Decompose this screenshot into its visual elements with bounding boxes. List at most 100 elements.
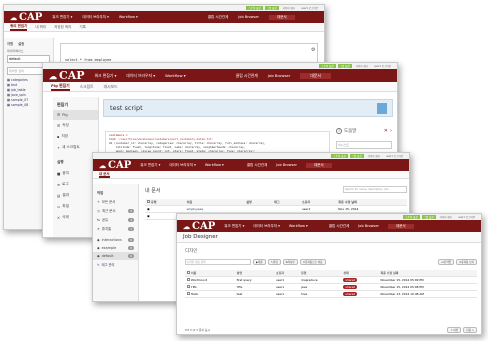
menu-workflow[interactable]: Workflow ▾ <box>165 73 186 78</box>
name-cell[interactable]: WordCount <box>185 276 235 284</box>
menu-data-browsers[interactable]: 데이터 브라우저 ▾ <box>82 15 109 20</box>
copy-button[interactable]: ⧉ 복사본 <box>282 259 298 265</box>
row-checkbox[interactable] <box>187 292 190 295</box>
assist-search-input[interactable]: 어시스트 <box>336 141 392 149</box>
menu-job-browser[interactable]: Job Browser <box>276 163 297 167</box>
doc-search-input[interactable]: Search for name, description, etc... <box>343 186 407 193</box>
sidebar-tag-default[interactable]: ◆ default 0 <box>93 252 138 260</box>
logo[interactable]: ☁ CAP <box>49 69 85 82</box>
sidebar-item-save[interactable]: ▪ 저장 <box>53 131 98 142</box>
submit-button[interactable]: ▶ 제출 <box>253 259 266 265</box>
table-footer: Tot 3 of 3 문서 표시 < 이전 다음 > <box>185 327 477 333</box>
menu-job-browser[interactable]: Job Browser <box>238 15 259 19</box>
menu-query-editors[interactable]: 워크 편집기 ▾ <box>95 73 117 79</box>
editor-tabs: 쿼리 편집기 내 쿼리 저장된 쿼리 기록 <box>4 23 324 32</box>
top-link[interactable]: 그룹 설정 <box>337 64 352 68</box>
logo[interactable]: ☁ CAP <box>183 221 215 232</box>
sidebar-tag-example[interactable]: ◆ example 0 <box>93 244 138 252</box>
menu-data-browsers[interactable]: 데이터 브라우저 ▾ <box>253 224 280 229</box>
sidebar-item-pig[interactable]: ☰ Pig <box>53 110 98 120</box>
tab-settings[interactable]: 설정 <box>18 41 24 46</box>
gear-icon[interactable]: ⚙ <box>311 47 315 53</box>
name-cell[interactable]: YPG <box>185 283 235 291</box>
sidebar-item-trash[interactable]: ✕ 휴지통 1 <box>93 224 138 233</box>
menu-workflow[interactable]: Workflow ▾ <box>119 15 138 19</box>
top-link[interactable]: 그룹 설정 <box>349 154 364 158</box>
menu-workflow[interactable]: Workflow ▾ <box>205 163 224 167</box>
prev-page-button[interactable]: < 이전 <box>447 327 462 333</box>
menu-docs[interactable]: 대문서 <box>387 223 414 229</box>
tab-my-documents[interactable]: 내 문서 <box>99 171 110 178</box>
table-row[interactable]: ▣ employees user1 Nov 15, 2014 <box>145 205 407 213</box>
select-all-checkbox[interactable] <box>187 271 190 274</box>
next-page-button[interactable]: 다음 > <box>463 327 477 333</box>
sidebar-item-label: 삭제 <box>62 215 69 219</box>
tab-assist[interactable]: 자원 <box>7 41 13 46</box>
tab-dashboard[interactable]: 대시보드 <box>104 84 118 90</box>
top-link[interactable]: 스토어 설정 <box>331 154 348 158</box>
top-link[interactable]: 사용자 정리 <box>366 154 382 158</box>
top-link[interactable]: 스토어 설정 <box>246 6 263 10</box>
select-all-checkbox[interactable] <box>147 200 150 203</box>
sidebar-item-all[interactable]: + 모든 문서 <box>93 197 138 206</box>
tab-history[interactable]: 기록 <box>79 25 85 30</box>
menu-data-browsers[interactable]: 데이터 브라우저 ▾ <box>169 163 196 168</box>
move-to-trash-button[interactable]: ✕ 휴지통으로 이동 <box>299 259 326 265</box>
tab-scripts[interactable]: 스크립트 <box>80 84 94 90</box>
menu-docs[interactable]: 대문서 <box>300 72 331 79</box>
menu-job-browser[interactable]: Job Browser <box>358 224 379 228</box>
tab-pig-editor[interactable]: Pig 편집기 <box>51 83 70 91</box>
top-link[interactable]: 사용자 정리 <box>438 215 454 219</box>
top-link[interactable]: 사용자 정리 <box>281 6 297 10</box>
table-row[interactable]: YPG YPG user1 java shared November 15, 2… <box>185 283 477 291</box>
manage-tags-link[interactable]: ✎ 태그 관리 <box>93 260 138 269</box>
logout-link[interactable]: user1 로그아웃 <box>299 6 320 10</box>
tab-query-editor[interactable]: 쿼리 편집기 <box>10 24 28 31</box>
name-cell[interactable]: employees <box>184 205 245 213</box>
menu-docs[interactable]: 대문서 <box>305 162 332 168</box>
menu-right-1[interactable]: 클립 시간관계 <box>208 15 228 20</box>
view-trash-button[interactable]: ✕ 휴지통 보기 <box>456 259 477 265</box>
top-link[interactable]: 스토어 설정 <box>319 64 336 68</box>
edit-button[interactable]: ✎ 편집 <box>267 259 281 265</box>
logout-link[interactable]: user1 로그아웃 <box>456 215 477 219</box>
name-cell[interactable]: Hello <box>185 290 235 298</box>
sidebar-item-shared[interactable]: ⇆ 공유 3 <box>93 215 138 224</box>
chevron-right-icon[interactable]: › <box>390 128 392 134</box>
status-badge: shared <box>343 285 358 289</box>
top-link[interactable]: 사용자 정리 <box>354 64 370 68</box>
menu-query-editors[interactable]: 워크 편집기 ▾ <box>140 163 160 168</box>
tab-my-queries[interactable]: 내 쿼리 <box>35 25 46 30</box>
row-checkbox[interactable] <box>187 285 190 288</box>
sidebar-item-label: 속성 <box>62 123 69 127</box>
sidebar-tag-interactions[interactable]: ◆ interactions 0 <box>93 236 138 244</box>
tab-saved-queries[interactable]: 저장된 쿼리 <box>54 25 71 30</box>
top-link[interactable]: 스토어 설정 <box>403 215 420 219</box>
menu-docs[interactable]: 대문서 <box>268 14 295 20</box>
table-row[interactable]: Hello test user1 hive shared November 13… <box>185 290 477 298</box>
cloud-icon: ☁ <box>183 221 190 231</box>
menu-query-editors[interactable]: 워크 편집기 ▾ <box>52 15 72 20</box>
design-search-input[interactable]: 디자인 이름 검색 <box>185 259 251 265</box>
close-icon[interactable]: ✕ <box>384 128 388 134</box>
new-job-button[interactable]: + 새 작업 <box>437 259 455 265</box>
row-checkbox[interactable] <box>187 278 190 281</box>
logout-link[interactable]: user1 로그아웃 <box>372 64 393 68</box>
sidebar-item-recent[interactable]: ◷ 최근 문서 3 <box>93 206 138 215</box>
sidebar-item-properties[interactable]: ☰ 속성 <box>53 120 98 131</box>
menu-right-1[interactable]: 클립 시간관계 <box>247 163 267 168</box>
menu-right-1[interactable]: 클립 시간관계 <box>329 224 349 229</box>
menu-job-browser[interactable]: Job Browser <box>268 73 290 78</box>
cloud-icon: ☁ <box>49 70 57 81</box>
menu-data-browsers[interactable]: 데이터 브라우저 ▾ <box>126 73 155 79</box>
logo[interactable]: ☁ CAP <box>10 12 42 23</box>
logo[interactable]: ☁ CAP <box>99 160 131 171</box>
table-row[interactable]: WordCount first query user1 mapreduce sh… <box>185 276 477 284</box>
menu-workflow[interactable]: Workflow ▾ <box>289 224 308 228</box>
menu-query-editors[interactable]: 워크 편집기 ▾ <box>224 224 244 229</box>
top-link[interactable]: 그룹 설정 <box>264 6 279 10</box>
menu-right-1[interactable]: 클립 시간관계 <box>236 73 258 79</box>
list-icon: ☰ <box>57 123 61 128</box>
top-link[interactable]: 그룹 설정 <box>421 215 436 219</box>
logout-link[interactable]: user1 로그아웃 <box>384 154 405 158</box>
